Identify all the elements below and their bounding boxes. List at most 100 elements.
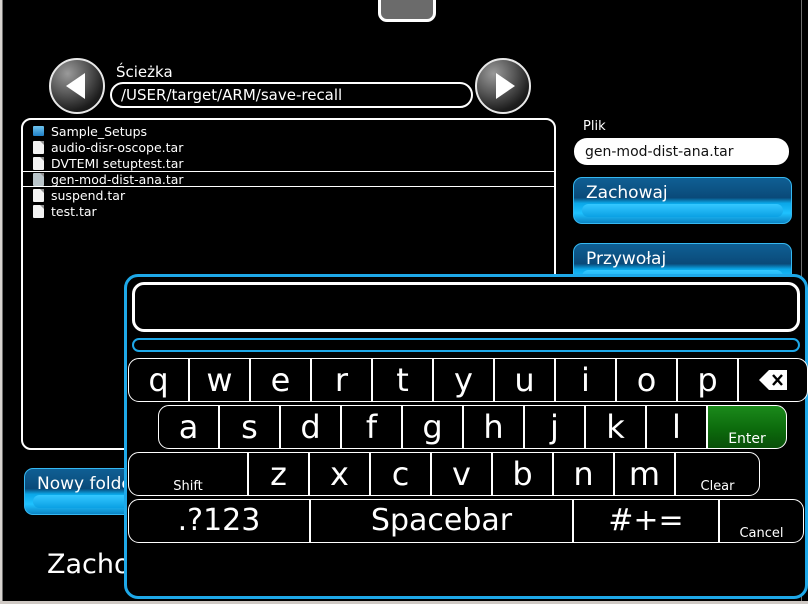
key-spacebar-label: Spacebar <box>370 503 513 538</box>
key-l[interactable]: l <box>646 405 707 449</box>
key-m[interactable]: m <box>614 452 675 496</box>
file-list-item[interactable]: gen-mod-dist-ana.tar <box>23 171 554 187</box>
file-list-item-label: test.tar <box>51 203 97 219</box>
key-w[interactable]: w <box>189 358 250 402</box>
key-k[interactable]: k <box>585 405 646 449</box>
key-numeric-mode[interactable]: .?123 <box>128 499 310 543</box>
triangle-right-icon <box>496 73 515 99</box>
key-r[interactable]: r <box>311 358 372 402</box>
key-s[interactable]: s <box>219 405 280 449</box>
key-spacebar[interactable]: Spacebar <box>310 499 573 543</box>
key-x[interactable]: x <box>309 452 370 496</box>
key-enter[interactable]: Enter <box>707 405 787 449</box>
key-i-label: i <box>581 361 590 399</box>
keyboard-row-1: qwe r t y u i o p <box>128 358 808 402</box>
file-list-item[interactable]: DVTEMI setuptest.tar <box>23 155 554 171</box>
key-m-label: m <box>628 455 661 493</box>
key-j[interactable]: j <box>524 405 585 449</box>
key-p[interactable]: p <box>677 358 738 402</box>
key-t-label: t <box>396 361 409 399</box>
key-v-label: v <box>452 455 471 493</box>
key-r-label: r <box>334 361 349 399</box>
file-icon <box>33 156 44 170</box>
path-input[interactable]: /USER/target/ARM/save-recall <box>110 82 473 108</box>
key-c-label: c <box>391 455 410 493</box>
key-f[interactable]: f <box>341 405 402 449</box>
key-o-label: o <box>636 361 657 399</box>
file-name-input[interactable]: gen-mod-dist-ana.tar <box>574 138 789 165</box>
key-b[interactable]: b <box>492 452 553 496</box>
key-i[interactable]: i <box>555 358 616 402</box>
key-z-label: z <box>270 455 287 493</box>
key-l-label: l <box>672 408 681 446</box>
key-p-label: p <box>697 361 718 399</box>
key-d[interactable]: d <box>280 405 341 449</box>
key-cancel[interactable]: Cancel <box>719 499 804 543</box>
key-cancel-label: Cancel <box>739 526 784 541</box>
key-k-label: k <box>606 408 625 446</box>
key-g[interactable]: g <box>402 405 463 449</box>
file-name-label: Plik <box>583 119 606 134</box>
key-w-label: w <box>206 361 233 399</box>
key-v[interactable]: v <box>431 452 492 496</box>
file-icon <box>33 188 44 202</box>
forward-button[interactable] <box>475 58 531 114</box>
keyboard-suggestion-strip[interactable] <box>132 338 800 352</box>
app-screen: Ścieżka /USER/target/ARM/save-recall Sam… <box>0 0 808 604</box>
key-u-label: u <box>514 361 535 399</box>
button-gloss <box>582 204 783 217</box>
key-j-label: j <box>550 408 559 446</box>
key-u[interactable]: u <box>494 358 555 402</box>
key-clear[interactable]: Clear <box>675 452 760 496</box>
window-border-left <box>2 0 3 604</box>
file-list-item[interactable]: suspend.tar <box>23 187 554 203</box>
key-h[interactable]: h <box>463 405 524 449</box>
file-list-item-label: DVTEMI setuptest.tar <box>51 155 184 171</box>
file-icon <box>33 140 44 154</box>
folder-icon <box>33 126 44 136</box>
key-x-label: x <box>330 455 349 493</box>
keyboard-row-4: .?123 Spacebar #+= Cancel <box>128 499 804 543</box>
file-icon <box>33 172 44 186</box>
file-list-item[interactable]: Sample_Setups <box>23 123 554 139</box>
key-g-label: g <box>422 408 443 446</box>
path-label: Ścieżka <box>116 63 173 81</box>
key-b-label: b <box>512 455 533 493</box>
keyboard-keys: q w e r t y u i o p a s d f g h j k l Enter Shift z x c v b n m Clea… <box>128 358 808 558</box>
save-button-label: Zachowaj <box>586 183 668 203</box>
file-list-item-label: audio-disr-oscope.tar <box>51 139 184 155</box>
top-handle-stub[interactable] <box>378 0 436 22</box>
keyboard-row-3: Shift z x c v b n m Clear <box>128 452 760 496</box>
key-a-label: a <box>178 408 199 446</box>
backspace-icon <box>758 369 788 391</box>
key-shift[interactable]: Shift <box>128 452 248 496</box>
key-y-label: y <box>454 361 473 399</box>
key-o[interactable]: o <box>616 358 677 402</box>
key-e[interactable]: e <box>250 358 311 402</box>
key-symbol-mode[interactable]: #+= <box>573 499 719 543</box>
file-list-item[interactable]: audio-disr-oscope.tar <box>23 139 554 155</box>
file-list-item[interactable]: test.tar <box>23 203 554 219</box>
file-icon <box>33 204 44 218</box>
key-e-label: e <box>270 361 291 399</box>
key-f-label: f <box>365 408 378 446</box>
save-button[interactable]: Zachowaj <box>573 177 792 224</box>
key-shift-label: Shift <box>173 479 203 494</box>
key-backspace[interactable] <box>738 358 808 402</box>
keyboard-row-2: a s d f g h j k l Enter <box>158 405 787 449</box>
key-y[interactable]: y <box>433 358 494 402</box>
key-q-label: q <box>148 361 169 399</box>
key-symbol-mode-label: #+= <box>608 503 684 538</box>
key-c[interactable]: c <box>370 452 431 496</box>
back-button[interactable] <box>49 58 105 114</box>
file-list-item-label: Sample_Setups <box>51 123 148 139</box>
keyboard-text-input[interactable] <box>132 282 800 332</box>
key-t[interactable]: t <box>372 358 433 402</box>
key-n[interactable]: n <box>553 452 614 496</box>
key-a[interactable]: a <box>158 405 219 449</box>
key-z[interactable]: z <box>248 452 309 496</box>
key-d-label: d <box>300 408 321 446</box>
key-q[interactable]: q <box>128 358 189 402</box>
key-enter-label: Enter <box>728 431 766 447</box>
recall-button-label: Przywołaj <box>586 249 667 269</box>
